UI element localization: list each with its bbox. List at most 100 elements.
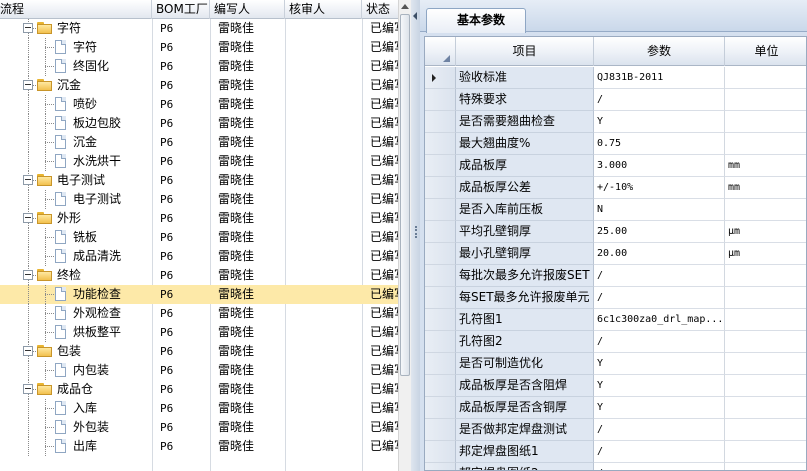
parameter-value-cell[interactable]: / — [594, 287, 725, 309]
parameter-value-cell[interactable]: 0.75 — [594, 133, 725, 155]
parameter-row[interactable]: 是否可制造优化 Y — [425, 353, 806, 375]
parameter-row[interactable]: 每批次最多允许报废SET / — [425, 265, 806, 287]
parameter-value-cell[interactable]: 3.000 — [594, 155, 725, 177]
tree-node-cell[interactable]: 铣板 — [0, 228, 152, 247]
parameter-value-cell[interactable]: / — [594, 419, 725, 441]
tree-row[interactable]: 喷砂 P6 雷晓佳 已编写 — [0, 95, 398, 114]
parameter-row[interactable]: 成品板厚 3.000 mm — [425, 155, 806, 177]
tree-row[interactable]: 电子测试 P6 雷晓佳 已编写 — [0, 190, 398, 209]
collapse-toggle-icon[interactable] — [23, 80, 33, 90]
row-indicator[interactable] — [425, 111, 456, 133]
tree-row[interactable]: 功能检查 P6 雷晓佳 已编写 — [0, 285, 398, 304]
tree-row[interactable]: 终固化 P6 雷晓佳 已编写 — [0, 57, 398, 76]
column-header-param[interactable]: 参数 — [594, 37, 725, 66]
row-indicator[interactable] — [425, 441, 456, 463]
row-indicator[interactable] — [425, 353, 456, 375]
tree-row[interactable]: 外观检查 P6 雷晓佳 已编写 — [0, 304, 398, 323]
parameter-value-cell[interactable]: Y — [594, 111, 725, 133]
scrollbar-thumb[interactable] — [400, 14, 410, 376]
tree-row[interactable]: 字符 P6 雷晓佳 已编写 — [0, 38, 398, 57]
column-header-flow[interactable]: 流程 — [0, 0, 152, 19]
tree-node-cell[interactable]: 沉金 — [0, 76, 152, 95]
parameter-unit-cell[interactable] — [725, 309, 806, 331]
tree-node-cell[interactable]: 终固化 — [0, 57, 152, 76]
tree-row[interactable]: 外形 P6 雷晓佳 已编写 — [0, 209, 398, 228]
parameter-row[interactable]: 最大翘曲度% 0.75 — [425, 133, 806, 155]
tree-node-cell[interactable]: 沉金 — [0, 133, 152, 152]
tree-node-cell[interactable]: 终检 — [0, 266, 152, 285]
column-header-author[interactable]: 编写人 — [210, 0, 285, 19]
tree-row[interactable]: 包装 P6 雷晓佳 已编写 — [0, 342, 398, 361]
row-indicator[interactable] — [425, 419, 456, 441]
tree-node-cell[interactable]: 成品清洗 — [0, 247, 152, 266]
row-indicator[interactable] — [425, 287, 456, 309]
parameter-row[interactable]: 是否需要翘曲检查 Y — [425, 111, 806, 133]
parameter-row[interactable]: 平均孔壁铜厚 25.00 μm — [425, 221, 806, 243]
parameter-row[interactable]: 成品板厚是否含阻焊 Y — [425, 375, 806, 397]
tree-node-cell[interactable]: 包装 — [0, 342, 152, 361]
tree-row[interactable]: 成品清洗 P6 雷晓佳 已编写 — [0, 247, 398, 266]
tree-node-cell[interactable]: 电子测试 — [0, 171, 152, 190]
parameter-row[interactable]: 是否做邦定焊盘测试 / — [425, 419, 806, 441]
scroll-up-arrow-icon[interactable] — [399, 0, 411, 13]
row-indicator[interactable] — [425, 397, 456, 419]
row-indicator[interactable] — [425, 243, 456, 265]
row-indicator[interactable] — [425, 177, 456, 199]
parameter-value-cell[interactable]: N — [594, 199, 725, 221]
parameter-row[interactable]: 孔符图2/ — [425, 331, 806, 353]
parameter-unit-cell[interactable] — [725, 397, 806, 419]
column-header-unit[interactable]: 单位 — [725, 37, 806, 66]
column-header-status[interactable]: 状态 — [362, 0, 402, 19]
parameter-unit-cell[interactable] — [725, 111, 806, 133]
collapse-toggle-icon[interactable] — [23, 270, 33, 280]
parameter-unit-cell[interactable] — [725, 133, 806, 155]
parameter-unit-cell[interactable] — [725, 265, 806, 287]
tab-basic-parameters[interactable]: 基本参数 — [426, 8, 526, 33]
row-indicator[interactable] — [425, 199, 456, 221]
parameter-unit-cell[interactable]: mm — [725, 155, 806, 177]
tree-row[interactable]: 内包装 P6 雷晓佳 已编写 — [0, 361, 398, 380]
tree-row[interactable]: 板边包胶 P6 雷晓佳 已编写 — [0, 114, 398, 133]
parameter-row[interactable]: 最小孔壁铜厚 20.00 μm — [425, 243, 806, 265]
parameter-row[interactable]: 每SET最多允许报废单元 / — [425, 287, 806, 309]
parameter-value-cell[interactable]: QJ831B-2011 — [594, 67, 725, 89]
parameter-row[interactable]: 特殊要求 / — [425, 89, 806, 111]
tree-node-cell[interactable]: 入库 — [0, 399, 152, 418]
parameter-value-cell[interactable]: Y — [594, 375, 725, 397]
tree-node-cell[interactable]: 外形 — [0, 209, 152, 228]
tree-node-cell[interactable]: 出库 — [0, 437, 152, 456]
parameter-value-cell[interactable]: / — [594, 265, 725, 287]
row-indicator[interactable] — [425, 155, 456, 177]
collapse-toggle-icon[interactable] — [23, 213, 33, 223]
panel-splitter[interactable] — [411, 0, 420, 471]
parameter-row[interactable]: 成品板厚是否含铜厚 Y — [425, 397, 806, 419]
parameter-row[interactable]: 验收标准 QJ831B-2011 — [425, 67, 806, 89]
tree-row[interactable]: 沉金 P6 雷晓佳 已编写 — [0, 76, 398, 95]
tree-row[interactable]: 烘板整平 P6 雷晓佳 已编写 — [0, 323, 398, 342]
row-indicator[interactable] — [425, 221, 456, 243]
parameter-unit-cell[interactable] — [725, 463, 806, 470]
parameter-unit-cell[interactable] — [725, 67, 806, 89]
parameter-value-cell[interactable]: / — [594, 89, 725, 111]
row-indicator[interactable] — [425, 375, 456, 397]
tree-node-cell[interactable]: 外观检查 — [0, 304, 152, 323]
row-indicator[interactable] — [425, 463, 456, 470]
parameter-row[interactable]: 邦定焊盘图纸2/ — [425, 463, 806, 470]
column-header-bom-factory[interactable]: BOM工厂 — [152, 0, 210, 19]
parameter-value-cell[interactable]: / — [594, 331, 725, 353]
parameter-unit-cell[interactable] — [725, 287, 806, 309]
tree-row[interactable]: 沉金 P6 雷晓佳 已编写 — [0, 133, 398, 152]
tree-row[interactable]: 电子测试 P6 雷晓佳 已编写 — [0, 171, 398, 190]
collapse-toggle-icon[interactable] — [23, 23, 33, 33]
tree-node-cell[interactable]: 烘板整平 — [0, 323, 152, 342]
collapse-toggle-icon[interactable] — [23, 346, 33, 356]
row-indicator[interactable] — [425, 265, 456, 287]
column-header-item[interactable]: 项目 — [456, 37, 594, 66]
tree-row[interactable]: 外包装 P6 雷晓佳 已编写 — [0, 418, 398, 437]
tree-node-cell[interactable]: 成品仓 — [0, 380, 152, 399]
tree-node-cell[interactable]: 内包装 — [0, 361, 152, 380]
parameter-row[interactable]: 是否入库前压板 N — [425, 199, 806, 221]
row-indicator[interactable] — [425, 331, 456, 353]
parameter-unit-cell[interactable]: μm — [725, 221, 806, 243]
tree-vertical-scrollbar[interactable] — [398, 0, 411, 471]
